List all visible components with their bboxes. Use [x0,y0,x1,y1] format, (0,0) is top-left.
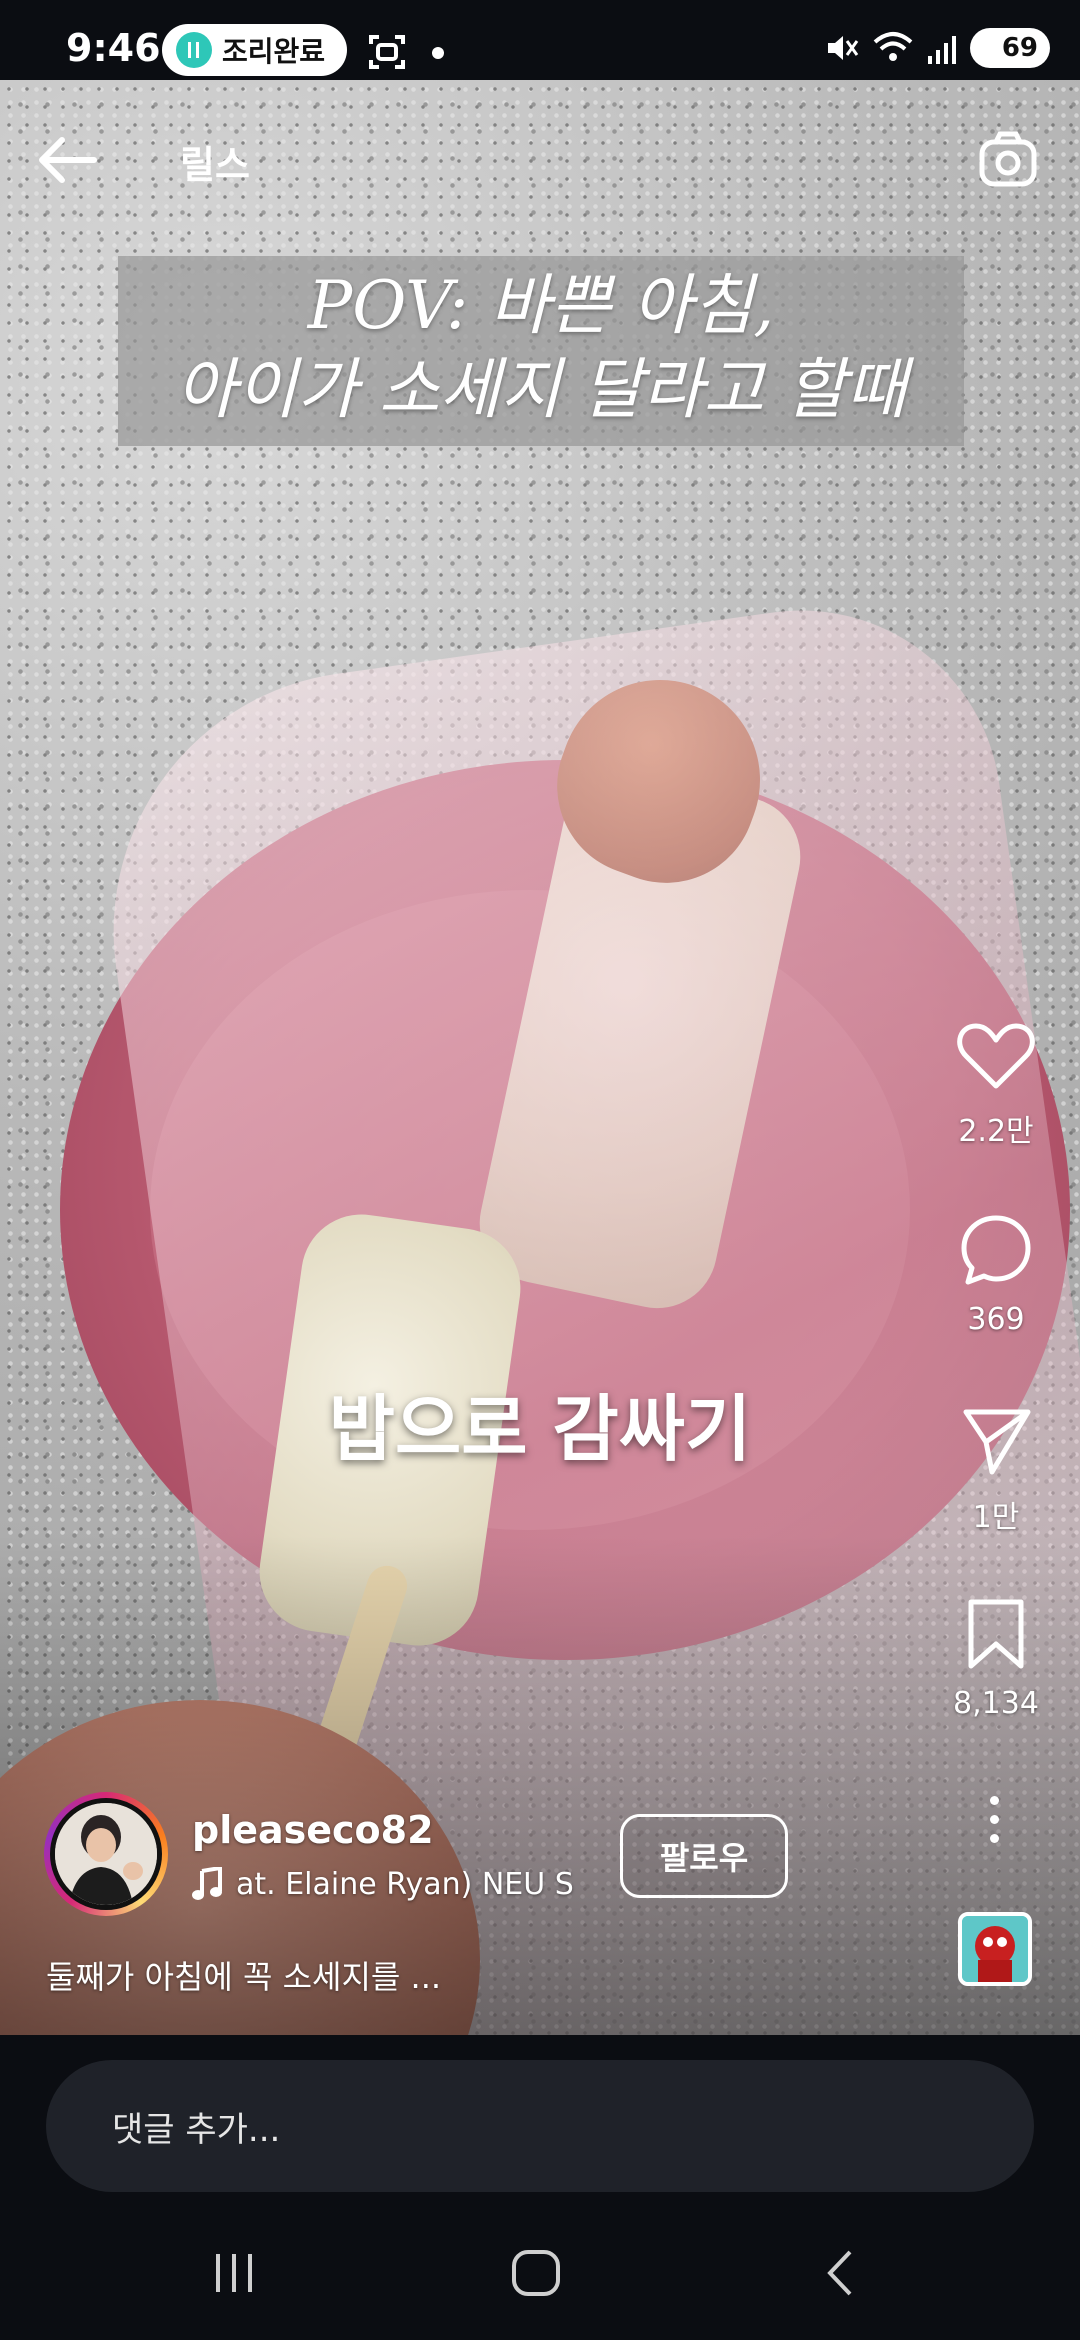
avatar [50,1798,162,1910]
back-arrow-icon[interactable] [32,130,102,190]
music-title: at. Elaine Ryan) NEU S [236,1866,574,1902]
overlay-caption-line1: POV: 바쁜 아침, [307,267,775,344]
screen-capture-icon [369,35,405,69]
audio-thumbnail[interactable] [958,1912,1032,1986]
overlay-caption-line2: 아이가 소세지 달라고 할때 [175,351,907,428]
like-button[interactable]: 2.2만 [926,1020,1066,1150]
cooking-status-pill[interactable]: 조리완료 [162,24,348,76]
battery-level: 69 [1001,33,1038,63]
cooking-app-icon [176,32,212,68]
mute-icon [828,36,859,60]
status-time: 9:46 [66,26,161,70]
save-button[interactable]: 8,134 [926,1596,1066,1721]
wifi-icon [873,32,913,61]
send-icon [963,1409,1031,1475]
comment-icon [961,1215,1031,1285]
comment-button[interactable]: 369 [926,1212,1066,1337]
like-count: 2.2만 [958,1114,1034,1149]
avatar-photo [55,1803,157,1905]
share-count: 1만 [972,1500,1020,1535]
cooking-status-label: 조리완료 [222,35,326,68]
follow-button[interactable]: 팔로우 [620,1814,788,1898]
author-username[interactable]: pleaseco82 [192,1808,434,1852]
save-count: 8,134 [953,1686,1039,1721]
more-options-icon[interactable] [990,1796,999,1843]
bookmark-icon [968,1599,1024,1669]
battery-indicator: 69 [970,28,1050,68]
home-icon[interactable] [510,2248,562,2298]
comment-input[interactable]: 댓글 추가... [46,2060,1034,2192]
share-button[interactable]: 1만 [926,1402,1066,1536]
nav-back-icon[interactable] [820,2248,860,2298]
page-title: 릴스 [180,143,250,187]
recent-apps-icon[interactable] [210,2248,258,2296]
system-navbar [0,2218,1080,2340]
author-avatar[interactable] [44,1792,168,1916]
music-info[interactable]: at. Elaine Ryan) NEU S [192,1862,592,1906]
audio-cover-icon [962,1916,1028,1982]
reel-description[interactable]: 둘째가 아침에 꼭 소세지를 ... [46,1952,441,1998]
comment-placeholder: 댓글 추가... [112,2109,281,2150]
center-caption: 밥으로 감싸기 [328,1387,752,1471]
comment-count: 369 [967,1302,1025,1337]
status-icons: 69 [824,28,1050,68]
status-bar: 9:46 조리완료 69 [0,0,1080,80]
camera-icon[interactable] [976,128,1040,192]
overlay-caption: POV: 바쁜 아침, 아이가 소세지 달라고 할때 [118,264,964,432]
signal-icon [928,36,956,64]
notification-dot-icon [432,47,444,59]
heart-icon [957,1023,1035,1089]
music-note-icon [192,1867,222,1900]
